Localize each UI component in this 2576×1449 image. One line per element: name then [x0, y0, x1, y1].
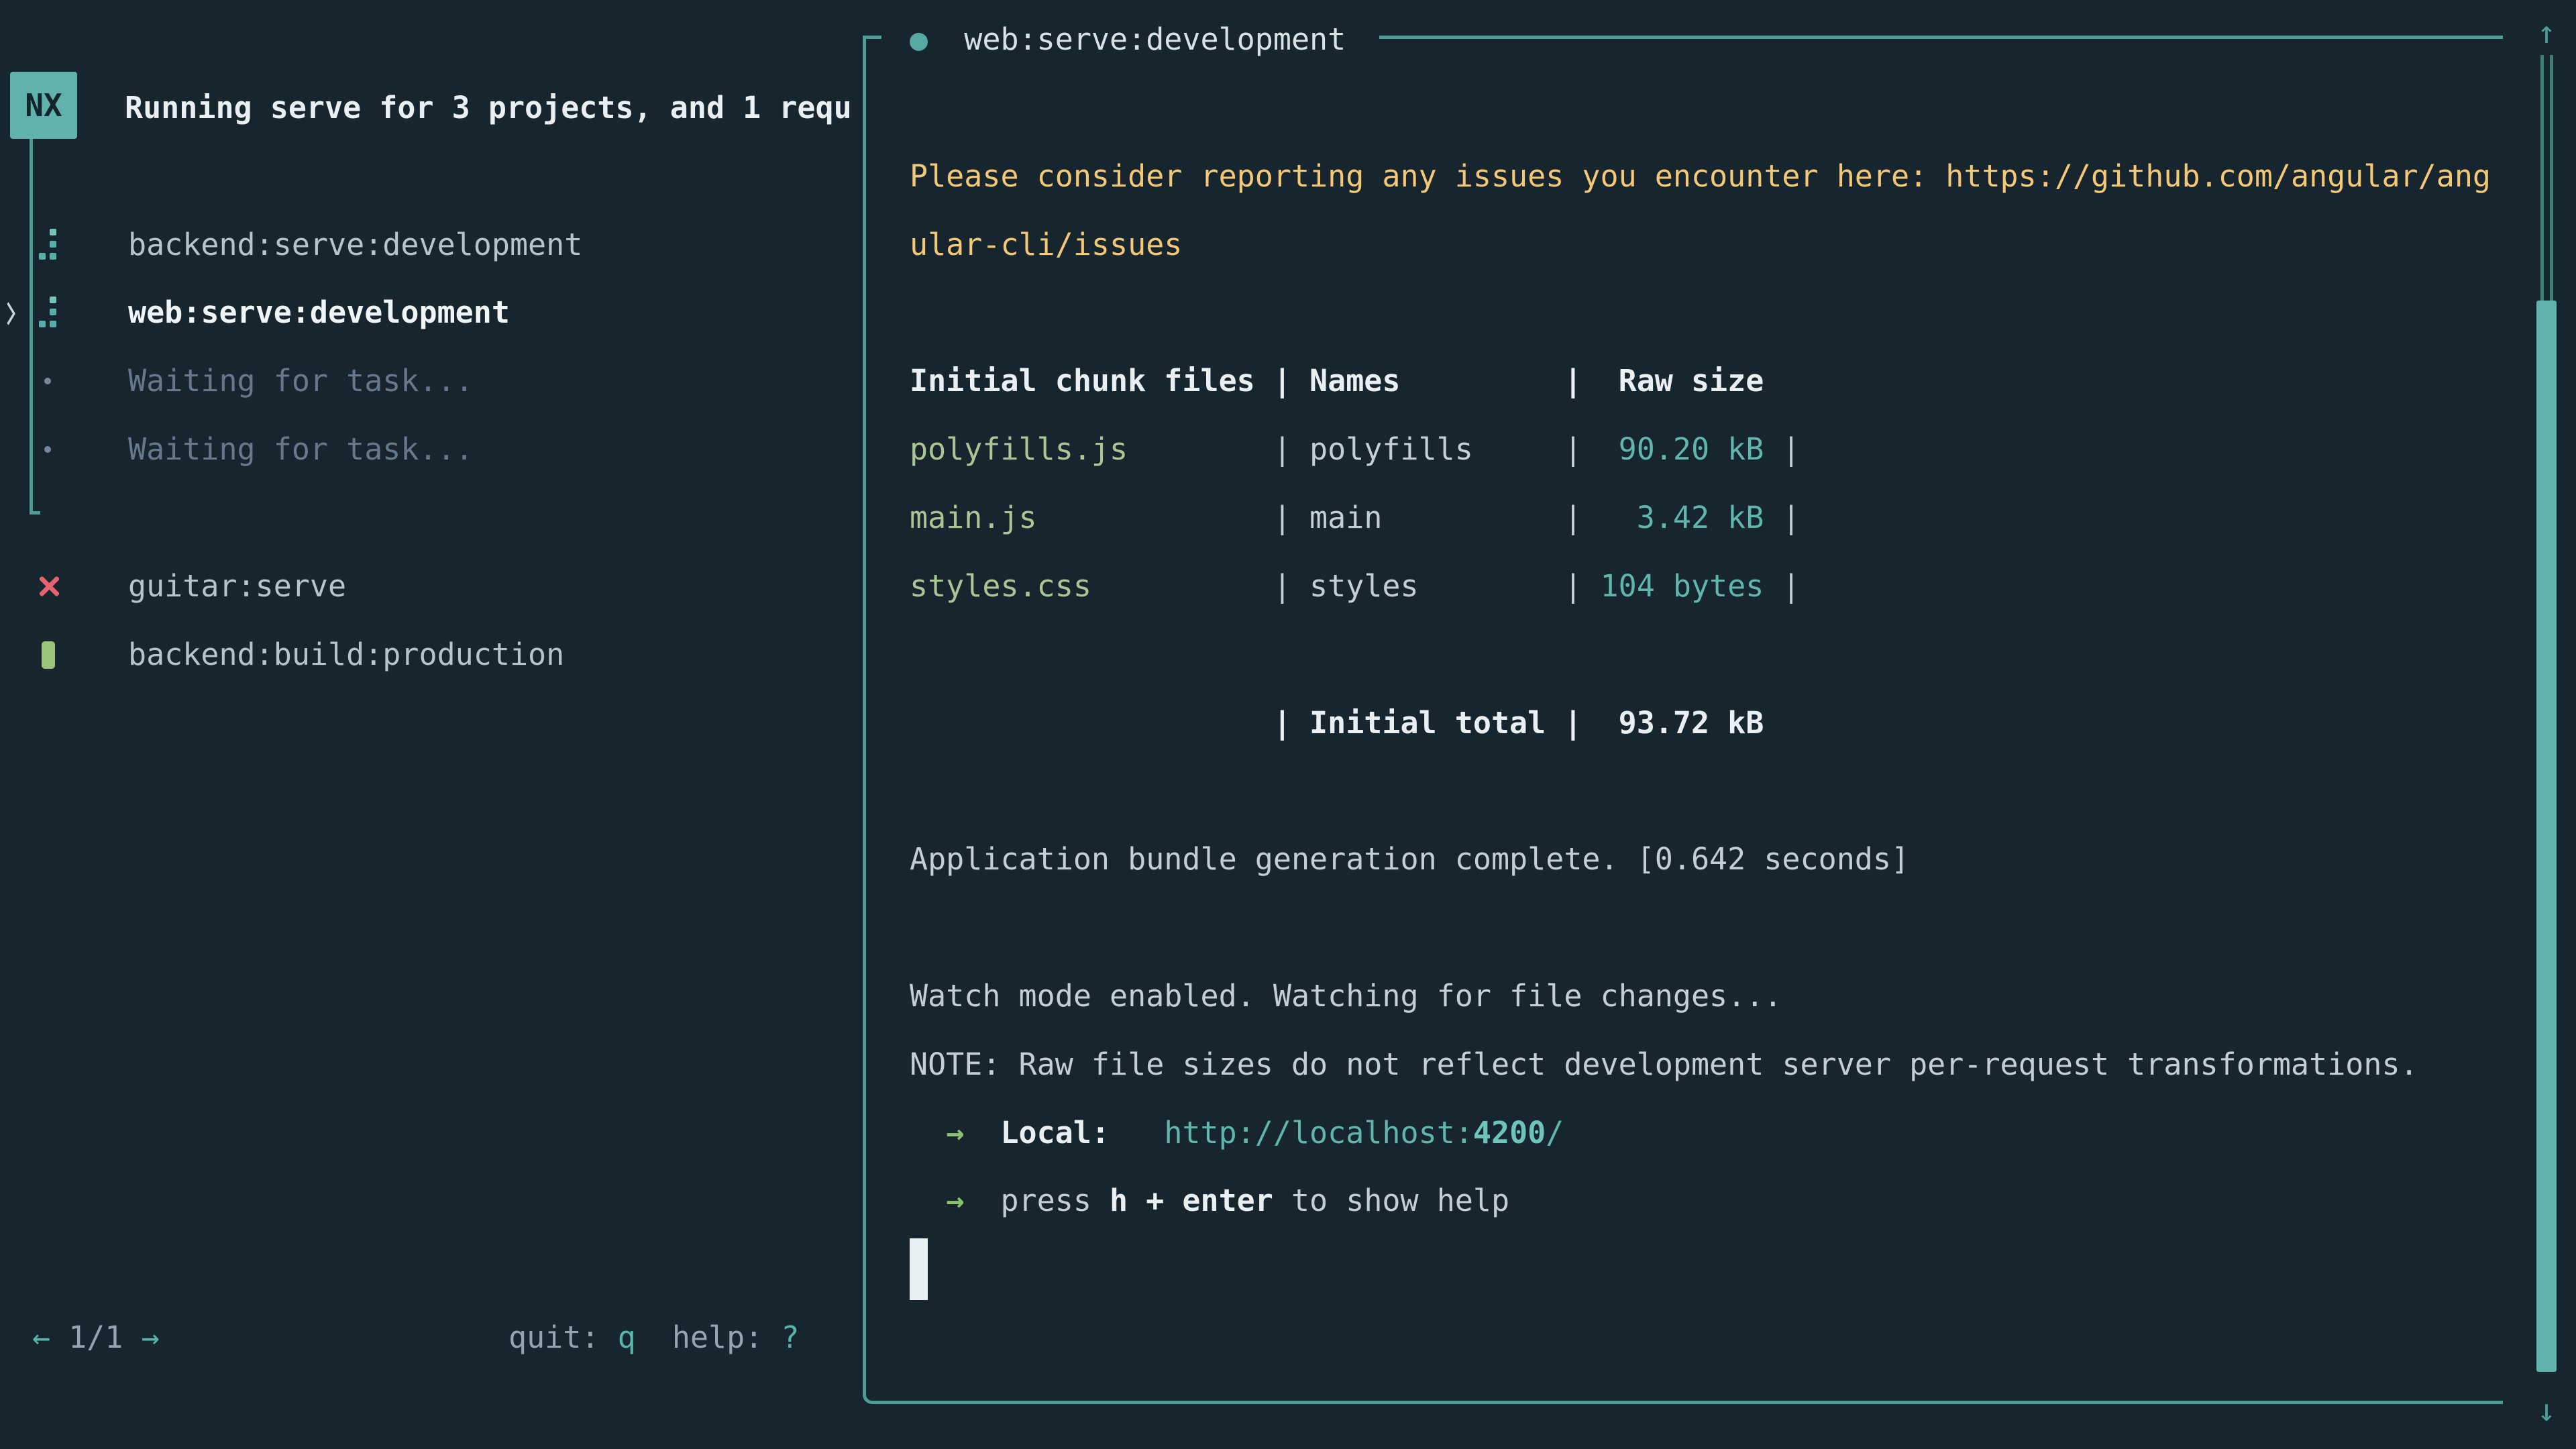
task-row-backend-serve-development[interactable]: backend:serve:development [0, 211, 859, 279]
arrow-right-icon: → [946, 1115, 964, 1150]
warning-text: ular-cli/issues [910, 227, 1182, 262]
quit-label: quit: [508, 1320, 618, 1355]
table-header-text: Initial chunk files | Names | Raw size [910, 363, 1764, 398]
localhost-link[interactable]: http://localhost: [1164, 1115, 1473, 1150]
spinner-icon [39, 229, 57, 260]
bundle-complete-line: Application bundle generation complete. … [910, 825, 1909, 894]
spacer [636, 1320, 672, 1355]
pipe: | [1764, 431, 1800, 467]
chunk-file: polyfills.js [910, 431, 1128, 467]
chunk-size: 3.42 kB [1582, 500, 1764, 535]
scroll-up-icon[interactable]: ↑ [2525, 5, 2568, 59]
task-label: guitar:serve [128, 552, 346, 621]
bundle-complete-text: Application bundle generation complete. … [910, 841, 1909, 877]
chunk-file: styles.css [910, 568, 1091, 604]
shortcut-bar: quit: q help: ? [508, 1303, 800, 1372]
watch-mode-text: Watch mode enabled. Watching for file ch… [910, 978, 1782, 1014]
pager-next-icon[interactable]: → [142, 1320, 160, 1355]
chunk-name: | main | [1037, 500, 1582, 535]
help-label: help: [672, 1320, 782, 1355]
task-label: backend:build:production [128, 621, 564, 689]
help-hint-line: → press h + enter to show help [910, 1167, 1509, 1235]
quit-key: q [618, 1320, 636, 1355]
chunk-table-row-main: main.js | main | 3.42 kB | [910, 484, 1801, 552]
pager: ← 1/1 → [32, 1303, 160, 1372]
issue-report-line-1: Please consider reporting any issues you… [910, 142, 2491, 211]
note-line: NOTE: Raw file sizes do not reflect deve… [910, 1030, 2418, 1099]
task-row-web-serve-development[interactable]: web:serve:development [0, 278, 859, 347]
spacer [964, 1183, 1000, 1218]
scrollbar-track[interactable] [2550, 55, 2553, 301]
initial-total-text: | Initial total | 93.72 kB [910, 705, 1764, 741]
issue-report-line-2: ular-cli/issues [910, 211, 1182, 279]
chunk-file: main.js [910, 500, 1037, 535]
warning-text: Please consider reporting any issues you… [910, 158, 2491, 194]
scrollbar-thumb[interactable] [2536, 301, 2557, 1372]
hint-keys: h + enter [1110, 1183, 1273, 1218]
task-label: backend:serve:development [128, 211, 582, 279]
task-row-Waiting-for-task-[interactable]: Waiting for task... [0, 415, 859, 484]
note-text: NOTE: Raw file sizes do not reflect deve… [910, 1046, 2418, 1082]
chunk-name: | styles | [1091, 568, 1582, 604]
task-label: Waiting for task... [128, 415, 474, 484]
pipe: | [1764, 500, 1800, 535]
initial-total-line: | Initial total | 93.72 kB [910, 689, 1764, 757]
waiting-dot-icon [44, 378, 51, 384]
failed-cross-icon [38, 575, 60, 598]
help-key: ? [781, 1320, 799, 1355]
app-title: Running serve for 3 projects, and 1 requ [125, 74, 852, 142]
pager-prev-icon[interactable]: ← [32, 1320, 50, 1355]
task-group-bracket-foot [30, 511, 40, 515]
spacer [1110, 1115, 1164, 1150]
chunk-table-header: Initial chunk files | Names | Raw size [910, 347, 1764, 415]
scrollbar-track[interactable] [2540, 55, 2544, 301]
panel-title: web:serve:development [964, 21, 1346, 57]
waiting-dot-icon [44, 446, 51, 453]
chunk-table-row-polyfills: polyfills.js | polyfills | 90.20 kB | [910, 415, 1801, 484]
selected-chevron-icon [1, 302, 15, 325]
hint-text: to show help [1273, 1183, 1509, 1218]
chunk-size: 90.20 kB [1582, 431, 1764, 467]
pipe: | [1764, 568, 1800, 604]
panel-title-line: ● web:serve:development [910, 5, 1346, 74]
watch-mode-line: Watch mode enabled. Watching for file ch… [910, 962, 1782, 1030]
task-row-Waiting-for-task-[interactable]: Waiting for task... [0, 347, 859, 415]
local-url-line: → Local: http://localhost:4200/ [910, 1099, 1564, 1167]
pager-position: 1/1 [50, 1320, 141, 1355]
task-label: web:serve:development [128, 278, 510, 347]
nx-tui-screen: NX Running serve for 3 projects, and 1 r… [0, 0, 2576, 1449]
success-square-icon [42, 641, 55, 669]
spinner-icon [39, 297, 57, 328]
scroll-down-icon[interactable]: ↓ [2525, 1383, 2568, 1437]
spacer [910, 1183, 946, 1218]
output-panel-border-top [1379, 36, 2503, 39]
spacer [910, 1115, 946, 1150]
nx-logo: NX [10, 72, 77, 139]
spacer [928, 21, 964, 57]
status-bullet-icon: ● [910, 21, 928, 57]
localhost-link[interactable]: / [1546, 1115, 1564, 1150]
output-panel-border-top-stub [863, 36, 881, 39]
chunk-name: | polyfills | [1128, 431, 1582, 467]
local-label: Local: [1000, 1115, 1110, 1150]
task-label: Waiting for task... [128, 347, 474, 415]
arrow-right-icon: → [946, 1183, 964, 1218]
chunk-size: 104 bytes [1582, 568, 1764, 604]
chunk-table-row-styles: styles.css | styles | 104 bytes | [910, 552, 1801, 621]
task-row-backend-build-production[interactable]: backend:build:production [0, 621, 859, 689]
localhost-port[interactable]: 4200 [1473, 1115, 1546, 1150]
terminal-cursor [910, 1238, 928, 1300]
task-row-guitar-serve[interactable]: guitar:serve [0, 552, 859, 621]
hint-text: press [1000, 1183, 1110, 1218]
spacer [964, 1115, 1000, 1150]
